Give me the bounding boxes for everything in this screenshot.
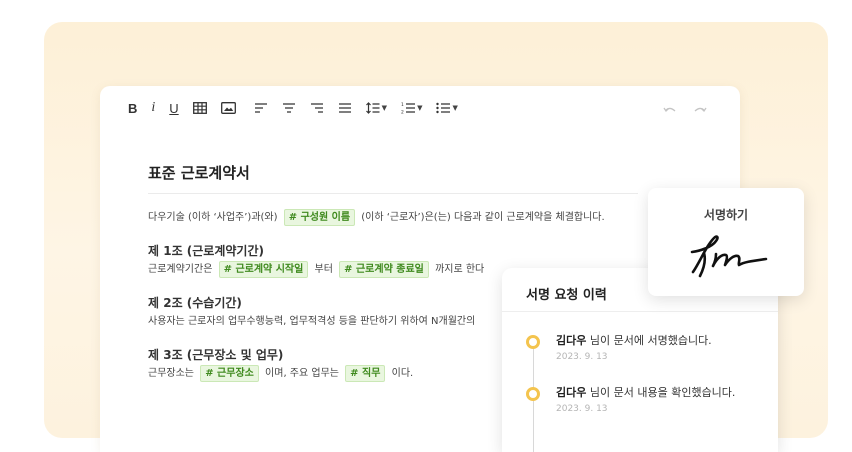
- signature-drawing-icon: [690, 235, 768, 278]
- intro-paragraph: 다우기술 (이하 ‘사업주’)과(와) # 구성원 이름 (이하 ‘근로자’)은…: [148, 208, 708, 228]
- article-1-text-middle: 부터: [314, 264, 333, 275]
- article-1-title: 제 1조 (근로계약기간): [148, 244, 264, 258]
- editor-toolbar: B i U ▼ 1 2 ▼ ▼: [100, 86, 740, 130]
- article-1-text-tail: 까지로 한다: [435, 264, 485, 275]
- article-3-text-middle: 이며, 주요 업무는: [265, 368, 339, 379]
- field-tag-contract-end[interactable]: # 근로계약 종료일: [339, 261, 429, 278]
- align-center-icon[interactable]: [282, 98, 296, 118]
- timeline-dot-icon: [526, 335, 540, 349]
- intro-text: 다우기술 (이하 ‘사업주’)과(와): [148, 212, 278, 223]
- field-tag-job[interactable]: # 직무: [345, 365, 386, 382]
- underline-button[interactable]: U: [169, 98, 178, 118]
- document-title: 표준 근로계약서: [148, 162, 638, 194]
- history-action: 님이 문서에 서명했습니다.: [589, 334, 712, 347]
- field-tag-contract-start[interactable]: # 근로계약 시작일: [218, 261, 309, 278]
- history-user-name: 김다우: [556, 386, 587, 399]
- article-3-text: 근무장소는: [148, 368, 194, 379]
- redo-icon[interactable]: [692, 100, 708, 120]
- sign-button-label: 서명하기: [703, 208, 749, 222]
- article-1-text: 근로계약기간은: [148, 264, 213, 275]
- line-height-icon[interactable]: ▼: [365, 98, 388, 118]
- align-right-icon[interactable]: [310, 98, 324, 118]
- bullet-list-icon[interactable]: ▼: [436, 98, 458, 118]
- svg-text:1: 1: [401, 102, 404, 108]
- undo-icon[interactable]: [662, 100, 678, 120]
- image-icon[interactable]: [220, 98, 236, 118]
- field-tag-member-name[interactable]: # 구성원 이름: [283, 209, 356, 226]
- svg-text:2: 2: [401, 110, 404, 115]
- table-icon[interactable]: [192, 98, 207, 118]
- chevron-down-icon: ▼: [452, 104, 458, 112]
- italic-button[interactable]: i: [151, 98, 155, 118]
- timeline-dot-icon: [526, 387, 540, 401]
- article-3-text-tail: 이다.: [391, 368, 414, 379]
- history-item-text: 김다우 님이 문서에 서명했습니다.: [556, 332, 712, 348]
- ordered-list-icon[interactable]: 1 2 ▼: [401, 98, 422, 118]
- chevron-down-icon: ▼: [381, 104, 388, 112]
- intro-text-tail: (이하 ‘근로자’)은(는) 다음과 같이 근로계약을 체결합니다.: [361, 212, 605, 223]
- chevron-down-icon: ▼: [417, 104, 423, 112]
- history-date: 2023. 9. 13: [556, 352, 608, 362]
- history-controls: [662, 100, 722, 120]
- history-user-name: 김다우: [556, 334, 587, 347]
- field-tag-workplace[interactable]: # 근무장소: [200, 365, 259, 382]
- history-item-text: 김다우 님이 문서 내용을 확인했습니다.: [556, 384, 735, 400]
- align-left-icon[interactable]: [254, 98, 268, 118]
- bold-button[interactable]: B: [128, 98, 137, 118]
- history-date: 2023. 9. 13: [556, 404, 608, 414]
- history-action: 님이 문서 내용을 확인했습니다.: [589, 386, 736, 399]
- align-justify-icon[interactable]: [338, 98, 352, 118]
- sign-card[interactable]: 서명하기: [648, 188, 804, 296]
